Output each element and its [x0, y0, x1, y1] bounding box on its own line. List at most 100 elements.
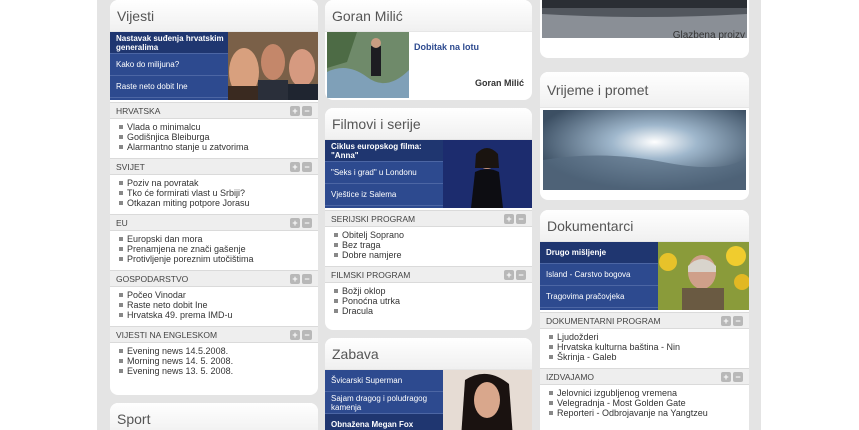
filmovi-panel: Filmovi i serije Ciklus europskog filma:… [325, 108, 532, 330]
news-link[interactable]: Prenamjena ne znači gašenje [118, 244, 318, 254]
promo-link[interactable]: "Seks i grad" u Londonu [325, 162, 443, 184]
column-author: Goran Milić [474, 78, 524, 88]
collapse-icon[interactable]: − [733, 316, 743, 326]
column-photo[interactable] [327, 32, 409, 98]
column-article-link[interactable]: Dobitak na lotu [414, 42, 479, 52]
news-link[interactable]: Jelovnici izgubljenog vremena [548, 388, 749, 398]
promo-link[interactable]: Nastavak suđenja hrvatskim generalima [110, 32, 228, 54]
collapse-icon[interactable]: − [733, 372, 743, 382]
news-link[interactable]: Tko će formirati vlast u Srbiji? [118, 188, 318, 198]
category-header[interactable]: FILMSKI PROGRAM + − [325, 266, 532, 283]
news-link[interactable]: Morning news 14. 5. 2008. [118, 356, 318, 366]
expand-icon[interactable]: + [721, 372, 731, 382]
news-list: Vlada o minimalcu Godišnjica Bleiburga A… [110, 119, 318, 156]
news-list: Europski dan mora Prenamjena ne znači ga… [110, 231, 318, 268]
promo-link[interactable]: Ciklus europskog filma: "Anna" [325, 140, 443, 162]
promo-link[interactable]: Kako do milijuna? [110, 54, 228, 76]
news-link[interactable]: Europski dan mora [118, 234, 318, 244]
dokumentarci-promo: Drugo mišljenje Island - Carstvo bogova … [540, 242, 749, 310]
category-header[interactable]: HRVATSKA + − [110, 102, 318, 119]
news-list: Evening news 14.5.2008. Morning news 14.… [110, 343, 318, 380]
promo-link[interactable]: Drugo mišljenje [540, 242, 658, 264]
news-link[interactable]: Otkazan miting potpore Jorasu [118, 198, 318, 208]
news-link[interactable]: Škrinja - Galeb [548, 352, 749, 362]
category-header[interactable]: SERIJSKI PROGRAM + − [325, 210, 532, 227]
news-list: Jelovnici izgubljenog vremena Velegradnj… [540, 385, 749, 422]
news-link[interactable]: Dracula [333, 306, 532, 316]
vrijeme-panel: Vrijeme i promet [540, 72, 749, 200]
news-link[interactable]: Reporteri - Odbrojavanje na Yangtzeu [548, 408, 749, 418]
news-link[interactable]: Velegradnja - Most Golden Gate [548, 398, 749, 408]
panel-title: Dokumentarci [540, 210, 749, 242]
promo-link[interactable]: Island - Carstvo bogova [540, 264, 658, 286]
zabava-panel: Zabava Švicarski Superman Sajam dragog i… [325, 338, 532, 430]
news-list: Poziv na povratak Tko će formirati vlast… [110, 175, 318, 212]
news-link[interactable]: Poziv na povratak [118, 178, 318, 188]
news-link[interactable]: Evening news 14.5.2008. [118, 346, 318, 356]
expand-icon[interactable]: + [721, 316, 731, 326]
promo-image[interactable] [228, 32, 318, 100]
panel-title: Vijesti [110, 0, 318, 32]
news-link[interactable]: Počeo Vinodar [118, 290, 318, 300]
news-link[interactable]: Evening news 13. 5. 2008. [118, 366, 318, 376]
weather-image[interactable] [543, 110, 746, 190]
news-link[interactable]: Dobre namjere [333, 250, 532, 260]
banner-caption[interactable]: Glazbena proizv [673, 30, 745, 41]
promo-link[interactable]: Vještice iz Salema [325, 184, 443, 206]
promo-image[interactable] [658, 242, 749, 310]
collapse-icon[interactable]: − [302, 274, 312, 284]
promo-link[interactable]: Švicarski Superman [325, 370, 443, 392]
news-link[interactable]: Ljudožderi [548, 332, 749, 342]
promo-link[interactable]: Tragovima pračovjeka [540, 286, 658, 308]
expand-icon[interactable]: + [504, 270, 514, 280]
news-list: Obitelj Soprano Bez traga Dobre namjere [325, 227, 532, 264]
category-header[interactable]: GOSPODARSTVO + − [110, 270, 318, 287]
vijesti-panel: Vijesti Nastavak suđenja hrvatskim gener… [110, 0, 318, 395]
news-link[interactable]: Alarmantno stanje u zatvorima [118, 142, 318, 152]
vijesti-promo: Nastavak suđenja hrvatskim generalima Ka… [110, 32, 318, 100]
glazbena-panel: Glazbena proizv [540, 0, 749, 58]
news-link[interactable]: Godišnjica Bleiburga [118, 132, 318, 142]
collapse-icon[interactable]: − [302, 106, 312, 116]
news-link[interactable]: Vlada o minimalcu [118, 122, 318, 132]
promo-link[interactable]: Sajam dragog i poludragog kamenja [325, 392, 443, 414]
category-header[interactable]: DOKUMENTARNI PROGRAM + − [540, 312, 749, 329]
collapse-icon[interactable]: − [302, 218, 312, 228]
panel-title: Sport [110, 403, 318, 430]
news-link[interactable]: Obitelj Soprano [333, 230, 532, 240]
news-link[interactable]: Božji oklop [333, 286, 532, 296]
panel-title: Vrijeme i promet [540, 72, 749, 108]
news-link[interactable]: Bez traga [333, 240, 532, 250]
promo-image[interactable] [443, 370, 532, 430]
category-header[interactable]: SVIJET + − [110, 158, 318, 175]
collapse-icon[interactable]: − [302, 162, 312, 172]
category-header[interactable]: IZDVAJAMO + − [540, 368, 749, 385]
category-header[interactable]: EU + − [110, 214, 318, 231]
panel-title: Filmovi i serije [325, 108, 532, 140]
news-list: Ljudožderi Hrvatska kulturna baština - N… [540, 329, 749, 366]
expand-icon[interactable]: + [290, 106, 300, 116]
news-link[interactable]: Protivljenje poreznim utočištima [118, 254, 318, 264]
expand-icon[interactable]: + [290, 330, 300, 340]
panel-title: Goran Milić [325, 0, 532, 32]
news-link[interactable]: Hrvatska 49. prema IMD-u [118, 310, 318, 320]
promo-link[interactable]: Obnažena Megan Fox [325, 414, 443, 430]
filmovi-promo: Ciklus europskog filma: "Anna" "Seks i g… [325, 140, 532, 208]
news-link[interactable]: Hrvatska kulturna baština - Nin [548, 342, 749, 352]
expand-icon[interactable]: + [290, 218, 300, 228]
promo-link[interactable]: Raste neto dobit Ine [110, 76, 228, 98]
news-link[interactable]: Raste neto dobit Ine [118, 300, 318, 310]
expand-icon[interactable]: + [290, 162, 300, 172]
category-header[interactable]: VIJESTI NA ENGLESKOM + − [110, 326, 318, 343]
news-list: Božji oklop Ponoćna utrka Dracula [325, 283, 532, 320]
panel-title: Zabava [325, 338, 532, 370]
collapse-icon[interactable]: − [302, 330, 312, 340]
goran-milic-panel: Goran Milić Dobitak na lotu Goran Milić [325, 0, 532, 100]
collapse-icon[interactable]: − [516, 270, 526, 280]
news-link[interactable]: Ponoćna utrka [333, 296, 532, 306]
collapse-icon[interactable]: − [516, 214, 526, 224]
expand-icon[interactable]: + [504, 214, 514, 224]
zabava-promo: Švicarski Superman Sajam dragog i poludr… [325, 370, 532, 430]
promo-image[interactable] [443, 140, 532, 208]
expand-icon[interactable]: + [290, 274, 300, 284]
